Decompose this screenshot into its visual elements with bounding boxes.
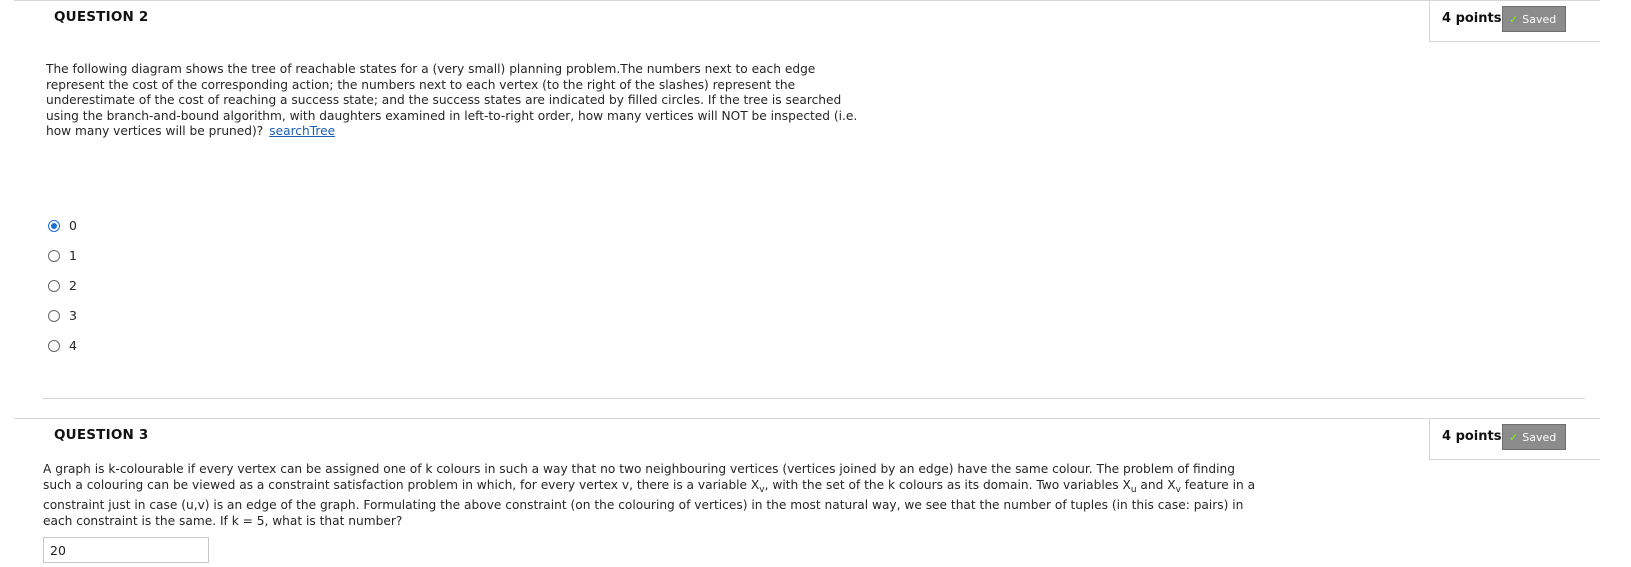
option-label: 2 [69,278,77,293]
saved-label: Saved [1522,13,1557,26]
option-label: 1 [69,248,77,263]
check-icon: ✓ [1509,13,1519,26]
question-3-title: QUESTION 3 [54,427,149,443]
question-2-points: 4 points [1442,11,1502,26]
option-label: 0 [69,218,77,233]
radio-button[interactable] [48,310,60,322]
question-3-text: A graph is k-colourable if every vertex … [43,462,1263,529]
option-label: 4 [69,338,77,353]
question-3-text-part: , with the set of the k colours as its d… [764,477,1131,492]
question-3-points: 4 points [1442,429,1502,444]
question-3-points-box: 4 points ✓ Saved [1429,419,1600,460]
question-2-text: The following diagram shows the tree of … [46,62,861,140]
check-icon: ✓ [1509,431,1519,444]
saved-label: Saved [1522,431,1557,444]
answer-input[interactable] [43,537,209,563]
question-3-header: QUESTION 3 4 points ✓ Saved [14,418,1600,460]
question-3-text-part: and X [1136,477,1176,492]
radio-button[interactable] [48,280,60,292]
radio-button[interactable] [48,340,60,352]
question-divider [43,398,1585,399]
question-2-saved-badge: ✓ Saved [1502,6,1566,32]
search-tree-link[interactable]: searchTree [269,124,335,138]
question-2-body: The following diagram shows the tree of … [46,62,858,138]
radio-button[interactable] [48,220,60,232]
question-2-title: QUESTION 2 [54,9,149,25]
question-2-points-box: 4 points ✓ Saved [1429,1,1600,42]
question-2-header: QUESTION 2 4 points ✓ Saved [14,0,1600,42]
question-3-saved-badge: ✓ Saved [1502,424,1566,450]
radio-button[interactable] [48,250,60,262]
option-label: 3 [69,308,77,323]
